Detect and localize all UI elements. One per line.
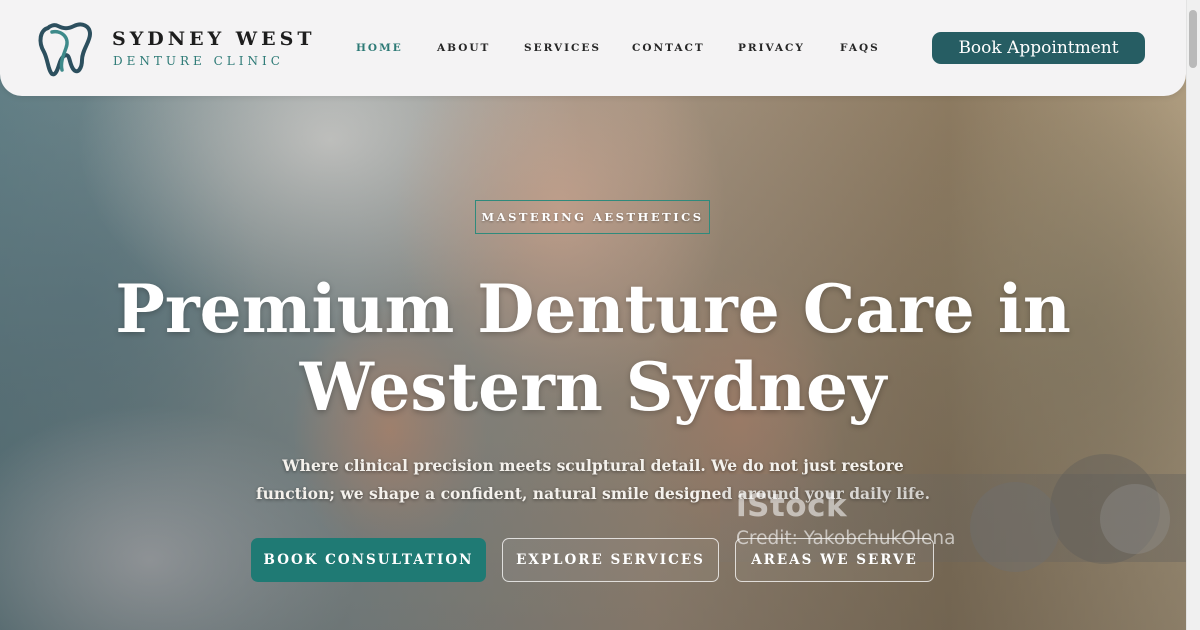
scrollbar-thumb[interactable] bbox=[1189, 10, 1197, 68]
nav-about[interactable]: ABOUT bbox=[437, 42, 490, 54]
page-scrollbar[interactable] bbox=[1186, 0, 1200, 630]
brand-name[interactable]: SYDNEY WEST bbox=[112, 28, 315, 50]
brand-subtitle: DENTURE CLINIC bbox=[113, 54, 284, 68]
nav-privacy[interactable]: PRIVACY bbox=[738, 42, 805, 54]
nav-services[interactable]: SERVICES bbox=[524, 42, 601, 54]
areas-we-serve-button[interactable]: AREAS WE SERVE bbox=[735, 538, 934, 582]
site-header: SYDNEY WEST DENTURE CLINIC HOME ABOUT SE… bbox=[0, 0, 1186, 96]
hero-headline-line2: Western Sydney bbox=[299, 348, 887, 426]
hero-headline-line1: Premium Denture Care in bbox=[115, 270, 1071, 348]
tooth-logo-icon[interactable] bbox=[36, 18, 100, 78]
nav-home[interactable]: HOME bbox=[356, 42, 403, 54]
watermark-shape bbox=[970, 482, 1060, 572]
watermark-logo: iStock bbox=[736, 488, 848, 524]
nav-contact[interactable]: CONTACT bbox=[632, 42, 705, 54]
watermark-shape bbox=[1100, 484, 1170, 554]
explore-services-button[interactable]: EXPLORE SERVICES bbox=[502, 538, 719, 582]
hero-badge: MASTERING AESTHETICS bbox=[475, 200, 710, 234]
book-appointment-button[interactable]: Book Appointment bbox=[932, 32, 1145, 64]
hero-headline: Premium Denture Care in Western Sydney bbox=[0, 270, 1186, 426]
book-consultation-button[interactable]: BOOK CONSULTATION bbox=[251, 538, 486, 582]
nav-faqs[interactable]: FAQS bbox=[840, 42, 880, 54]
